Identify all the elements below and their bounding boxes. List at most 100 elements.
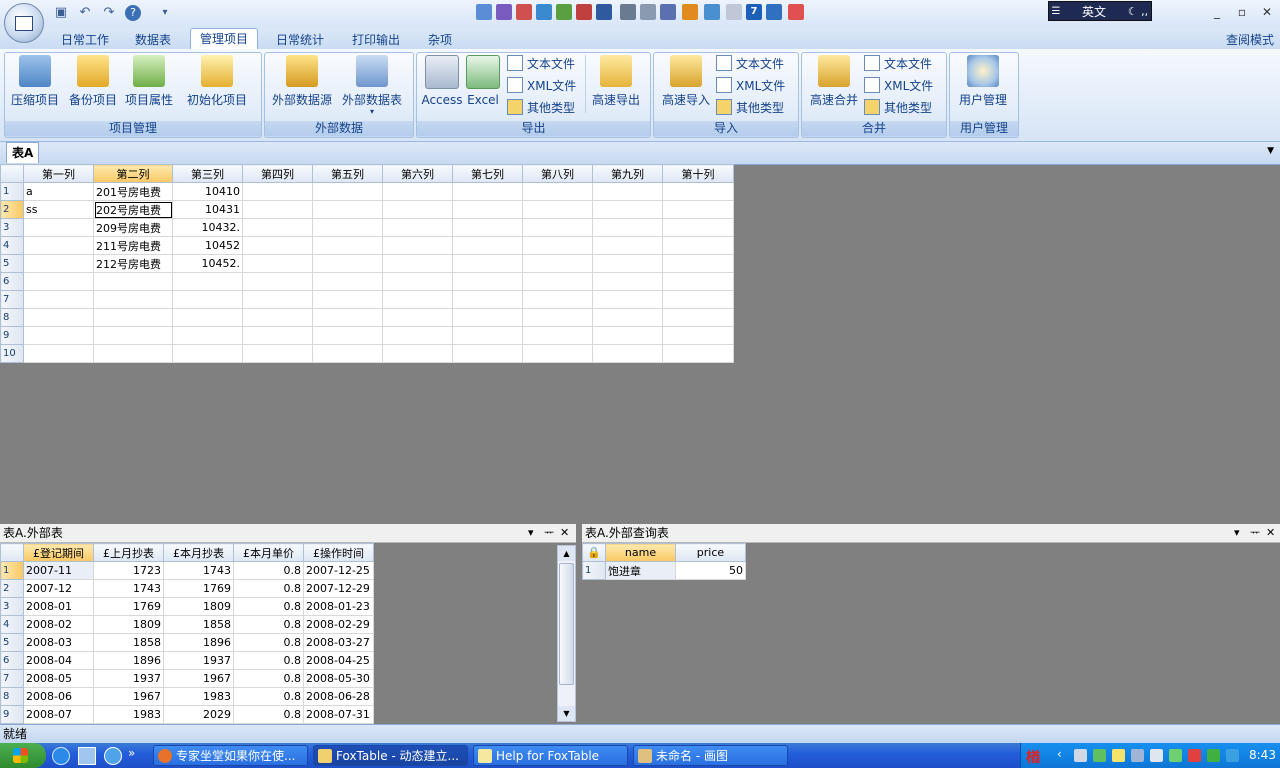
grid-cell[interactable]: [592, 326, 663, 345]
compress-project-button[interactable]: 压缩项目: [7, 55, 63, 113]
grid-cell[interactable]: [172, 290, 243, 309]
backup-project-button[interactable]: 备份项目: [65, 55, 121, 113]
grid-cell[interactable]: 2008-03-27: [303, 633, 374, 652]
grid-cell[interactable]: 1743: [163, 561, 234, 580]
minimize-button[interactable]: _: [1206, 5, 1228, 21]
grid-cell[interactable]: [382, 218, 453, 237]
row-header[interactable]: 2: [0, 200, 24, 219]
main-data-grid[interactable]: 第一列 第二列 第三列 第四列 第五列 第六列 第七列 第八列 第九列 第十列 1 a 201号房电费…: [0, 164, 734, 363]
merge-other-type-button[interactable]: 其他类型: [864, 99, 932, 117]
row-header[interactable]: 5: [0, 254, 24, 273]
grid-corner[interactable]: [0, 543, 24, 562]
external-table-grid[interactable]: £登记期间 £上月抄表 £本月抄表 £本月单价 £操作时间 1 2007-11 1723 17…: [0, 543, 374, 724]
grid-cell[interactable]: [23, 254, 94, 273]
row-header[interactable]: 1: [0, 182, 24, 201]
tab-misc[interactable]: 杂项: [419, 30, 461, 50]
grid-cell[interactable]: 0.8: [233, 597, 304, 616]
grid-cell[interactable]: [312, 344, 383, 363]
grid-cell[interactable]: [242, 272, 313, 291]
row-header[interactable]: 10: [0, 344, 24, 363]
column-header[interactable]: £上月抄表: [93, 543, 164, 562]
grid-cell[interactable]: 1769: [93, 597, 164, 616]
grid-cell[interactable]: [242, 200, 313, 219]
grid-cell[interactable]: [93, 290, 173, 309]
grid-cell[interactable]: 2008-03: [23, 633, 94, 652]
tray-icon-9[interactable]: [1226, 749, 1239, 762]
import-text-file-button[interactable]: 文本文件: [716, 55, 784, 73]
row-header[interactable]: 1: [0, 561, 24, 580]
column-header[interactable]: 第十列: [662, 164, 734, 183]
row-header[interactable]: 5: [0, 633, 24, 652]
tab-manage-project[interactable]: 管理项目: [190, 28, 259, 49]
column-header[interactable]: 第八列: [522, 164, 593, 183]
column-header[interactable]: 第九列: [592, 164, 663, 183]
grid-cell[interactable]: [452, 254, 523, 273]
grid-cell[interactable]: [382, 290, 453, 309]
grid-cell[interactable]: [662, 236, 734, 255]
column-header[interactable]: 第四列: [242, 164, 313, 183]
panel-dropdown-icon[interactable]: ▾: [1234, 524, 1240, 542]
merge-text-file-button[interactable]: 文本文件: [864, 55, 932, 73]
grid-cell[interactable]: 209号房电费: [93, 218, 173, 237]
merge-xml-file-button[interactable]: XML文件: [864, 77, 933, 95]
export-excel-button[interactable]: Excel: [463, 55, 503, 113]
grid-cell[interactable]: 0.8: [233, 705, 304, 724]
grid-cell[interactable]: [23, 326, 94, 345]
grid-cell[interactable]: [452, 236, 523, 255]
grid-cell[interactable]: 1896: [93, 651, 164, 670]
grid-cell[interactable]: [592, 308, 663, 327]
grid-cell[interactable]: [452, 290, 523, 309]
quick-access-customize-icon[interactable]: ▾: [157, 5, 173, 21]
row-header[interactable]: 9: [0, 326, 24, 345]
grid-cell[interactable]: [172, 308, 243, 327]
grid-cell[interactable]: [522, 344, 593, 363]
grid-cell[interactable]: 1983: [93, 705, 164, 724]
grid-cell[interactable]: [242, 344, 313, 363]
grid-cell[interactable]: [23, 236, 94, 255]
row-header[interactable]: 8: [0, 687, 24, 706]
row-header[interactable]: 6: [0, 272, 24, 291]
toolbar-app-icon-11[interactable]: [682, 4, 698, 20]
grid-cell[interactable]: [452, 308, 523, 327]
grid-cell[interactable]: 0.8: [233, 687, 304, 706]
grid-cell[interactable]: 0.8: [233, 633, 304, 652]
grid-cell[interactable]: [23, 344, 94, 363]
import-xml-file-button[interactable]: XML文件: [716, 77, 785, 95]
row-header[interactable]: 4: [0, 236, 24, 255]
import-other-type-button[interactable]: 其他类型: [716, 99, 784, 117]
column-header[interactable]: £本月单价: [233, 543, 304, 562]
grid-cell[interactable]: [592, 218, 663, 237]
tab-table-a[interactable]: 表A: [6, 142, 40, 163]
grid-cell[interactable]: 0.8: [233, 651, 304, 670]
grid-cell[interactable]: [23, 272, 94, 291]
row-header[interactable]: 3: [0, 218, 24, 237]
grid-cell[interactable]: 2008-02-29: [303, 615, 374, 634]
grid-cell[interactable]: 201号房电费: [93, 182, 173, 201]
redo-icon[interactable]: ↷: [101, 5, 117, 21]
toolbar-app-icon-6[interactable]: [576, 4, 592, 20]
column-header[interactable]: 第二列: [93, 164, 173, 183]
grid-cell[interactable]: [242, 182, 313, 201]
toolbar-app-icon-15[interactable]: [766, 4, 782, 20]
grid-cell[interactable]: [242, 290, 313, 309]
grid-cell[interactable]: 0.8: [233, 669, 304, 688]
quicklaunch-more-icon[interactable]: »: [128, 746, 135, 760]
tray-network-icon[interactable]: [1131, 749, 1144, 762]
grid-cell[interactable]: [382, 236, 453, 255]
vertical-scrollbar[interactable]: ▲ ▼: [557, 545, 576, 722]
scroll-down-icon[interactable]: ▼: [558, 706, 575, 721]
column-header[interactable]: £本月抄表: [163, 543, 234, 562]
row-header[interactable]: 1: [582, 561, 606, 580]
column-header[interactable]: £登记期间: [23, 543, 94, 562]
grid-cell[interactable]: [452, 182, 523, 201]
tray-clock[interactable]: 8:43: [1249, 748, 1276, 762]
grid-cell[interactable]: [172, 272, 243, 291]
close-button[interactable]: ✕: [1256, 5, 1278, 21]
help-icon[interactable]: ?: [125, 5, 141, 21]
grid-cell[interactable]: [662, 200, 734, 219]
export-other-type-button[interactable]: 其他类型: [507, 99, 575, 117]
grid-cell[interactable]: 2008-05-30: [303, 669, 374, 688]
scroll-thumb[interactable]: [559, 563, 574, 685]
ie-quicklaunch-icon[interactable]: [52, 747, 70, 765]
grid-cell[interactable]: 2008-04-25: [303, 651, 374, 670]
